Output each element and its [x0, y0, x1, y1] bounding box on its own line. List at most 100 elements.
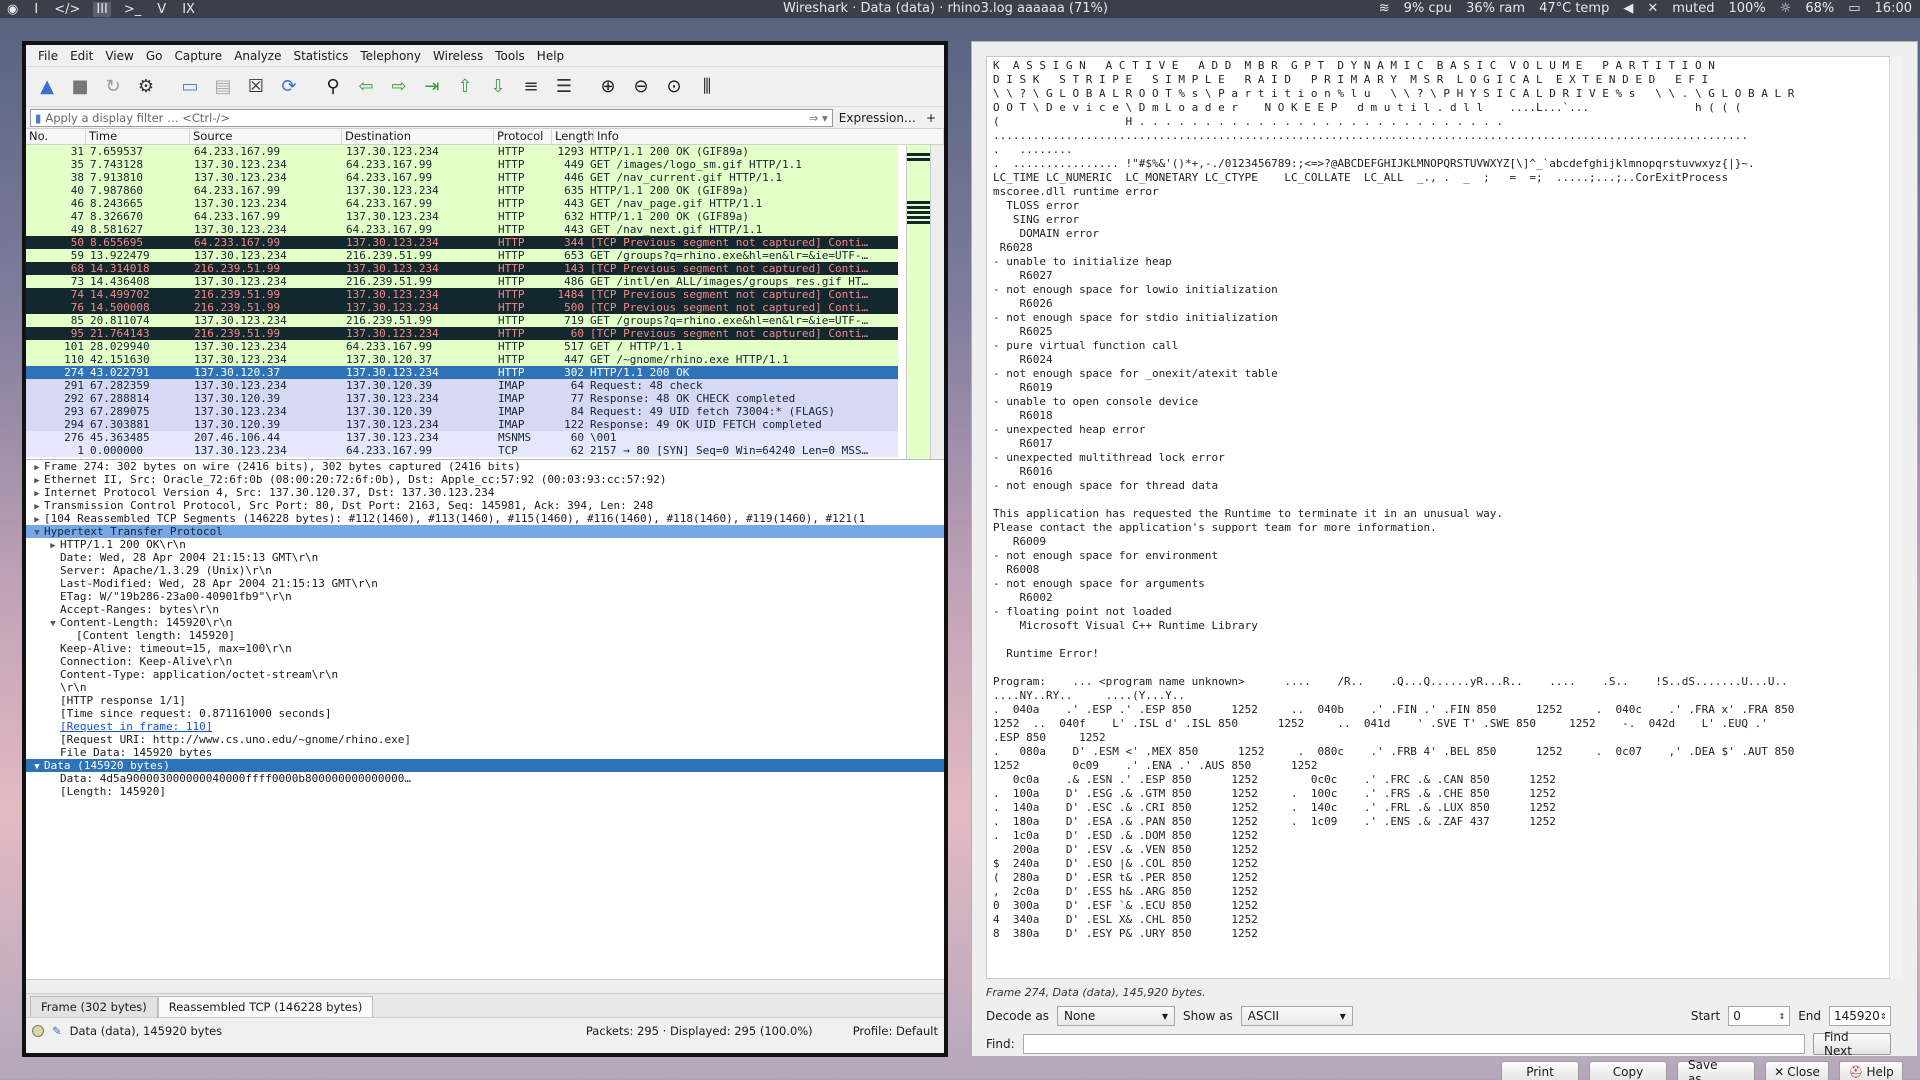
packet-row[interactable]: 46 8.243665 137.30.123.234 64.233.167.99 HTT… — [26, 197, 898, 210]
go-to-packet-icon[interactable]: ⇥ — [417, 72, 447, 102]
details-tree-item[interactable]: Server: Apache/1.3.29 (Unix)\r\n — [26, 564, 944, 577]
packet-row[interactable]: 1 0.000000 137.30.123.234 64.233.167.99 TCP 6… — [26, 444, 898, 457]
details-tree-item[interactable]: \r\n — [26, 681, 944, 694]
bookmark-flag-icon[interactable]: ▮ — [35, 111, 41, 125]
zoom-in-icon[interactable]: ⊕ — [593, 72, 623, 102]
go-back-icon[interactable]: ⇦ — [351, 72, 381, 102]
packet-row[interactable]: 85 20.811074 137.30.123.234 216.239.51.99 HT… — [26, 314, 898, 327]
packet-row[interactable]: 49 8.581627 137.30.123.234 64.233.167.99 HTT… — [26, 223, 898, 236]
menu-statistics[interactable]: Statistics — [287, 49, 354, 63]
details-tree-item[interactable]: ▶ Frame 274: 302 bytes on wire (2416 bits… — [26, 460, 944, 473]
workspace-3[interactable]: III — [93, 1, 111, 17]
packet-row[interactable]: 31 7.659537 64.233.167.99 137.30.123.234 HTT… — [26, 145, 898, 158]
collapsed-arrow-icon[interactable]: ▶ — [30, 462, 44, 473]
packet-row[interactable]: 73 14.436408 137.30.123.234 216.239.51.99 HT… — [26, 275, 898, 288]
collapsed-arrow-icon[interactable]: ▶ — [46, 540, 60, 551]
decode-as-select[interactable]: None ▾ — [1056, 1006, 1175, 1026]
packet-row[interactable]: 59 13.922479 137.30.123.234 216.239.51.99 HT… — [26, 249, 898, 262]
packet-row[interactable]: 38 7.913810 137.30.123.234 64.233.167.99 HTT… — [26, 171, 898, 184]
status-profile[interactable]: Profile: Default — [853, 1024, 938, 1038]
bytes-scrollbar[interactable] — [1889, 56, 1903, 979]
menu-wireless[interactable]: Wireless — [427, 49, 489, 63]
workspace-5[interactable]: V — [154, 2, 169, 17]
details-tree-item[interactable]: Date: Wed, 28 Apr 2004 21:15:13 GMT\r\n — [26, 551, 944, 564]
packet-row[interactable]: 291 67.282359 137.30.123.234 137.30.120.39 I… — [26, 379, 898, 392]
resize-columns-icon[interactable]: ⫼ — [692, 72, 722, 102]
details-tree-item[interactable]: ▼ Content-Length: 145920\r\n — [26, 616, 944, 629]
details-tree-item[interactable]: Connection: Keep-Alive\r\n — [26, 655, 944, 668]
workspace-9[interactable]: IX — [179, 2, 198, 17]
menu-tools[interactable]: Tools — [489, 49, 531, 63]
workspace-1[interactable]: I — [31, 2, 41, 17]
packet-row[interactable]: 110 42.151630 137.30.123.234 137.30.120.37 H… — [26, 353, 898, 366]
print-button[interactable]: Print — [1501, 1061, 1579, 1080]
shark-fin-start-icon[interactable]: ▲ — [32, 72, 62, 102]
packet-row[interactable]: 95 21.764143 216.239.51.99 137.30.123.234 HT… — [26, 327, 898, 340]
colorize-icon[interactable]: ☰ — [549, 72, 579, 102]
edit-comment-icon[interactable]: ✎ — [52, 1024, 62, 1038]
details-tree-item[interactable]: ETag: W/"19b286-23a00-40901fb9"\r\n — [26, 590, 944, 603]
save-as-button[interactable]: Save as… — [1677, 1058, 1755, 1080]
details-tree-item[interactable]: Last-Modified: Wed, 28 Apr 2004 21:15:13… — [26, 577, 944, 590]
last-packet-icon[interactable]: ⇩ — [483, 72, 513, 102]
autoscroll-icon[interactable]: ≡ — [516, 72, 546, 102]
details-tree-item[interactable]: ▶ [104 Reassembled TCP Segments (146228 b… — [26, 512, 944, 525]
packet-row[interactable]: 47 8.326670 64.233.167.99 137.30.123.234 HTT… — [26, 210, 898, 223]
details-tree-item[interactable]: ▶ Transmission Control Protocol, Src Port… — [26, 499, 944, 512]
terminal-icon[interactable]: >_ — [121, 2, 144, 17]
expert-info-icon[interactable] — [32, 1024, 44, 1037]
display-filter-input[interactable]: ▮ Apply a display filter … <Ctrl-/> ⇒ ▾ — [30, 108, 833, 127]
details-tree-item[interactable]: [Length: 145920] — [26, 785, 944, 798]
col-header-source[interactable]: Source — [190, 129, 342, 144]
collapsed-arrow-icon[interactable]: ▶ — [30, 514, 44, 525]
packet-list-scrollbar[interactable] — [930, 145, 944, 459]
packet-row[interactable]: 40 7.987860 64.233.167.99 137.30.123.234 HTT… — [26, 184, 898, 197]
menu-file[interactable]: File — [32, 49, 64, 63]
stop-capture-icon[interactable]: ■ — [65, 72, 95, 102]
packet-row[interactable]: 50 8.655695 64.233.167.99 137.30.123.234 HTT… — [26, 236, 898, 249]
collapsed-arrow-icon[interactable]: ▶ — [30, 501, 44, 512]
help-button[interactable]: ⛑ Help — [1839, 1061, 1903, 1080]
expression-button[interactable]: Expression… — [839, 111, 916, 125]
details-horizontal-scrollbar[interactable] — [26, 979, 944, 993]
details-tree-item[interactable]: ▼ Hypertext Transfer Protocol — [26, 525, 944, 538]
packet-row[interactable]: 101 28.029940 137.30.123.234 64.233.167.99 H… — [26, 340, 898, 353]
packet-row[interactable]: 74 14.499702 216.239.51.99 137.30.123.234 HT… — [26, 288, 898, 301]
capture-options-gear-icon[interactable]: ⚙ — [131, 72, 161, 102]
menu-capture[interactable]: Capture — [168, 49, 228, 63]
details-tree-item[interactable]: [Request in frame: 110] — [26, 720, 944, 733]
col-header-protocol[interactable]: Protocol — [494, 129, 552, 144]
packet-row[interactable]: 276 45.363485 207.46.106.44 137.30.123.234 M… — [26, 431, 898, 444]
expanded-arrow-icon[interactable]: ▼ — [30, 761, 44, 772]
details-item-text[interactable]: [Request in frame: 110] — [60, 720, 212, 733]
details-tree-item[interactable]: Accept-Ranges: bytes\r\n — [26, 603, 944, 616]
tab-reassembled-tcp[interactable]: Reassembled TCP (146228 bytes) — [157, 996, 374, 1017]
details-tree-item[interactable]: ▶ HTTP/1.1 200 OK\r\n — [26, 538, 944, 551]
find-input[interactable] — [1022, 1034, 1805, 1054]
collapsed-arrow-icon[interactable]: ▶ — [30, 488, 44, 499]
zoom-normal-icon[interactable]: ⊙ — [659, 72, 689, 102]
details-tree-item[interactable]: ▶ Internet Protocol Version 4, Src: 137.3… — [26, 486, 944, 499]
save-file-icon[interactable]: ▤ — [208, 72, 238, 102]
show-as-select[interactable]: ASCII ▾ — [1240, 1006, 1353, 1026]
open-folder-icon[interactable]: ▭ — [175, 72, 205, 102]
packet-row[interactable]: 292 67.288814 137.30.120.39 137.30.123.234 I… — [26, 392, 898, 405]
tab-frame[interactable]: Frame (302 bytes) — [30, 996, 158, 1017]
details-tree-item[interactable]: [Time since request: 0.871161000 seconds… — [26, 707, 944, 720]
packet-row[interactable]: 294 67.303881 137.30.120.39 137.30.123.234 I… — [26, 418, 898, 431]
details-tree-item[interactable]: Data: 4d5a900003000000040000ffff0000b800… — [26, 772, 944, 785]
find-packet-icon[interactable]: ⚲ — [318, 72, 348, 102]
packet-row[interactable]: 68 14.314018 216.239.51.99 137.30.123.234 HT… — [26, 262, 898, 275]
add-filter-button[interactable]: + — [922, 111, 940, 125]
zoom-out-icon[interactable]: ⊖ — [626, 72, 656, 102]
start-spinbox[interactable]: 0 ⇕ — [1728, 1006, 1791, 1026]
expanded-arrow-icon[interactable]: ▼ — [46, 618, 60, 629]
details-tree-item[interactable]: [Request URI: http://www.cs.uno.edu/~gno… — [26, 733, 944, 746]
menu-go[interactable]: Go — [140, 49, 169, 63]
go-forward-icon[interactable]: ⇨ — [384, 72, 414, 102]
code-icon[interactable]: </> — [51, 2, 83, 17]
packet-bytes-text[interactable]: K A S S I G N A C T I V E A D D M B R G … — [986, 56, 1891, 979]
col-header-info[interactable]: Info — [594, 129, 944, 144]
menu-telephony[interactable]: Telephony — [354, 49, 427, 63]
collapsed-arrow-icon[interactable]: ▶ — [30, 475, 44, 486]
